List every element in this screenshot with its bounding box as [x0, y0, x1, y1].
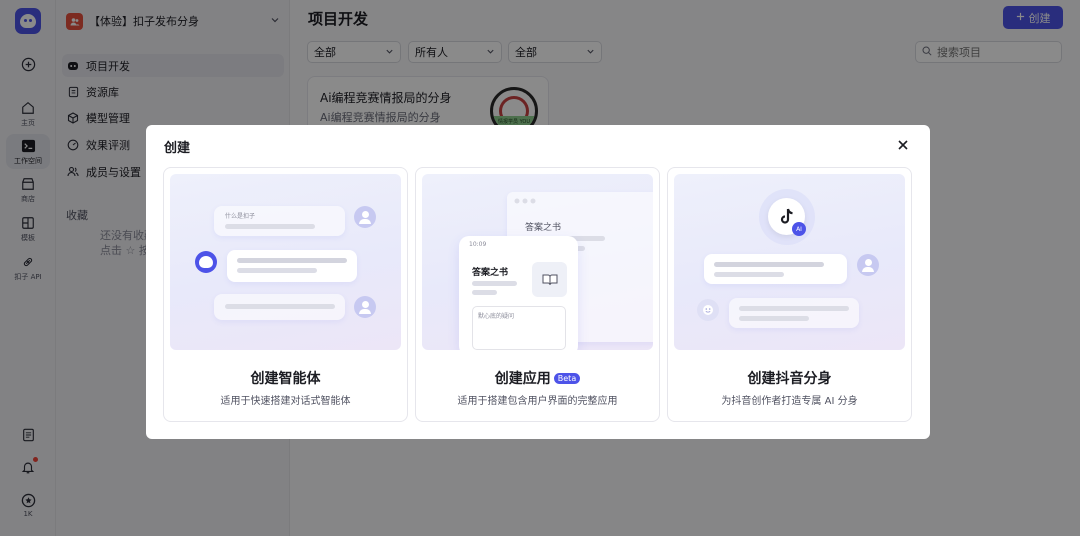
- option-desc: 适用于快速搭建对话式智能体: [220, 396, 351, 407]
- app-illustration: 答案之书 10:09 答案之书 默心底的疑问: [422, 174, 653, 350]
- option-create-douyin-clone[interactable]: AI 创建抖音分身 为抖音创作者打造专属 AI 分身: [667, 167, 912, 422]
- smile-icon: [697, 299, 719, 321]
- user-avatar-icon: [354, 206, 376, 228]
- illus-input: 默心底的疑问: [478, 313, 515, 320]
- user-avatar-icon: [857, 254, 879, 276]
- option-title-text: 创建应用: [494, 371, 551, 387]
- illus-time: 10:09: [469, 241, 487, 248]
- option-desc: 为抖音创作者打造专属 AI 分身: [721, 396, 858, 407]
- illus-text: 答案之书: [472, 268, 509, 278]
- book-icon: [532, 262, 567, 297]
- close-icon: [898, 139, 908, 153]
- create-modal: 创建 什么是扣子 创建智能体 适用于快速搭建对话式智能体 答案之书 10:09 …: [146, 125, 930, 439]
- option-title: 创建抖音分身: [747, 371, 832, 387]
- beta-badge: Beta: [553, 373, 581, 384]
- user-avatar-icon: [354, 296, 376, 318]
- phone-mockup: 10:09 答案之书 默心底的疑问: [459, 236, 578, 350]
- option-title: 创建智能体: [250, 371, 321, 387]
- bot-avatar-icon: [195, 251, 217, 273]
- modal-title: 创建: [164, 141, 191, 156]
- option-desc: 适用于搭建包含用户界面的完整应用: [457, 396, 618, 407]
- douyin-illustration: AI: [674, 174, 905, 350]
- option-create-app[interactable]: 答案之书 10:09 答案之书 默心底的疑问 创建应用 Beta 适用于搭建包含用…: [415, 167, 660, 422]
- illus-text: 答案之书: [525, 223, 562, 233]
- option-title: 创建应用 Beta: [416, 368, 659, 388]
- close-button[interactable]: [894, 137, 912, 155]
- option-create-agent[interactable]: 什么是扣子 创建智能体 适用于快速搭建对话式智能体: [163, 167, 408, 422]
- illus-text: 什么是扣子: [225, 213, 256, 220]
- ai-badge: AI: [792, 222, 806, 236]
- agent-illustration: 什么是扣子: [170, 174, 401, 350]
